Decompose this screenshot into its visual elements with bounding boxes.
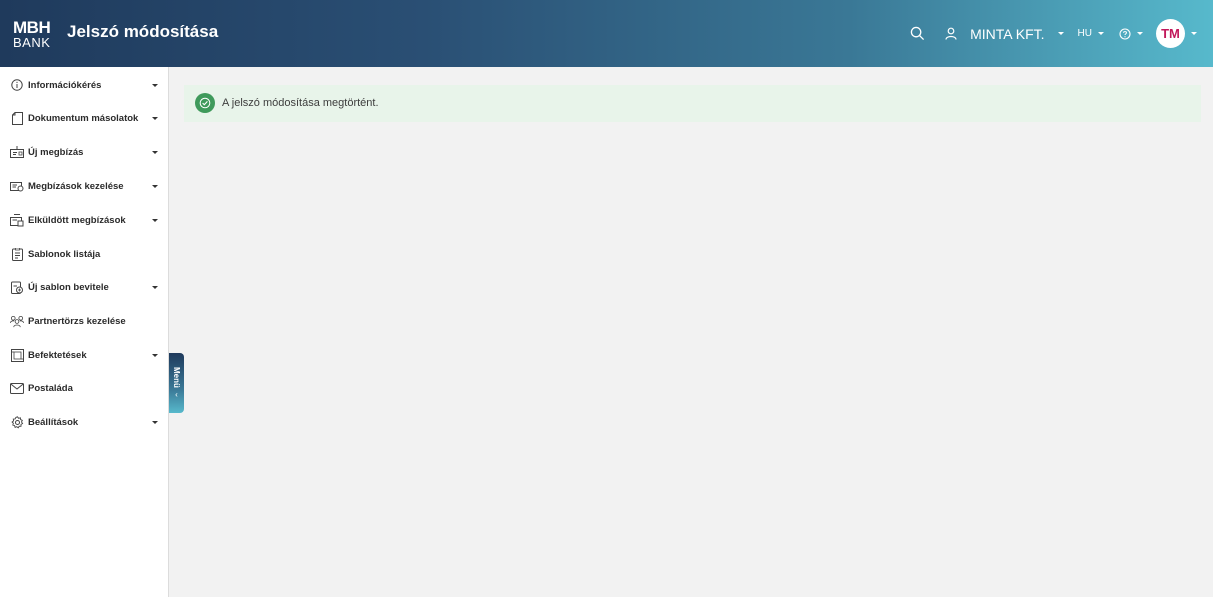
sidebar-item-informaciokeres[interactable]: Információkérés [0,75,168,95]
template-list-icon [10,247,24,261]
chevron-down-icon [152,353,158,357]
sidebar-item-label: Dokumentum másolatok [28,112,139,124]
mail-icon [10,381,24,395]
company-selector[interactable]: MINTA KFT. [970,25,1064,42]
chevron-down-icon [152,184,158,188]
sidebar-item-uj-megbizas[interactable]: Új megbízás [0,142,168,162]
chevron-down-icon [152,285,158,289]
logo-top: MBH [13,18,51,37]
sidebar-item-postalada[interactable]: Postaláda [0,378,168,398]
sidebar-item-label: Postaláda [28,382,73,394]
orders-manage-icon [10,179,24,193]
check-circle-icon [195,93,215,113]
sidebar-item-elkuldott-megbizasok[interactable]: Elküldött megbízások [0,210,168,230]
investments-icon [10,348,24,362]
sidebar-item-sablonok-listaja[interactable]: Sablonok listája [0,244,168,264]
chevron-down-icon [152,116,158,120]
chevron-down-icon [1191,32,1197,35]
page-title: Jelszó módosítása [67,22,219,41]
chevron-down-icon [152,218,158,222]
avatar: TM [1156,19,1185,48]
partners-icon [10,314,24,328]
sidebar-item-dokumentum-masolatok[interactable]: Dokumentum másolatok [0,108,168,128]
sidebar-item-label: Megbízások kezelése [28,180,124,192]
chevron-down-icon [152,83,158,87]
profile-menu[interactable]: TM [1156,19,1197,48]
bank-logo[interactable]: MBH BANK [13,19,53,49]
sidebar-item-label: Új megbízás [28,146,84,158]
company-name: MINTA KFT. [970,25,1045,42]
success-alert: A jelszó módosítása megtörtént. [184,85,1201,122]
sidebar-item-beallitasok[interactable]: Beállítások [0,412,168,432]
chevron-down-icon [152,150,158,154]
logo-bottom: BANK [13,35,51,50]
menu-toggle-label: Menü [172,367,181,388]
chevron-down-icon [152,420,158,424]
chevron-down-icon [1137,32,1143,35]
sidebar: Információkérés Dokumentum másolatok Új … [0,67,169,597]
alert-message: A jelszó módosítása megtörtént. [222,97,379,109]
sidebar-item-partnertorzs-kezelese[interactable]: Partnertörzs kezelése [0,311,168,331]
settings-icon [10,415,24,429]
info-icon [10,78,24,92]
sidebar-item-label: Elküldött megbízások [28,214,126,226]
chevron-left-icon: ‹ [175,389,178,399]
new-template-icon [10,280,24,294]
top-header: MBH BANK Jelszó módosítása MINTA KFT. HU… [0,0,1213,67]
menu-toggle-tab[interactable]: Menü ‹ [169,353,184,413]
search-icon[interactable] [908,25,926,43]
language-selector[interactable]: HU [1078,28,1104,39]
chevron-down-icon [1098,32,1104,35]
document-icon [10,111,24,125]
sidebar-item-label: Beállítások [28,416,79,428]
sidebar-item-label: Új sablon bevitele [28,281,109,293]
sidebar-item-uj-sablon-bevitele[interactable]: Új sablon bevitele [0,277,168,297]
chevron-down-icon [1057,32,1064,35]
sidebar-item-label: Partnertörzs kezelése [28,315,126,327]
sidebar-item-label: Információkérés [28,79,102,91]
new-order-icon [10,145,24,159]
sidebar-item-label: Sablonok listája [28,248,101,260]
sent-orders-icon [10,213,24,227]
help-menu[interactable] [1118,27,1143,40]
sidebar-item-label: Befektetések [28,349,87,361]
sidebar-item-befektetesek[interactable]: Befektetések [0,345,168,365]
header-actions: MINTA KFT. HU TM [908,0,1197,67]
sidebar-item-megbizasok-kezelese[interactable]: Megbízások kezelése [0,176,168,196]
help-icon [1118,27,1131,40]
user-icon[interactable] [942,25,960,43]
language-code: HU [1077,28,1092,39]
